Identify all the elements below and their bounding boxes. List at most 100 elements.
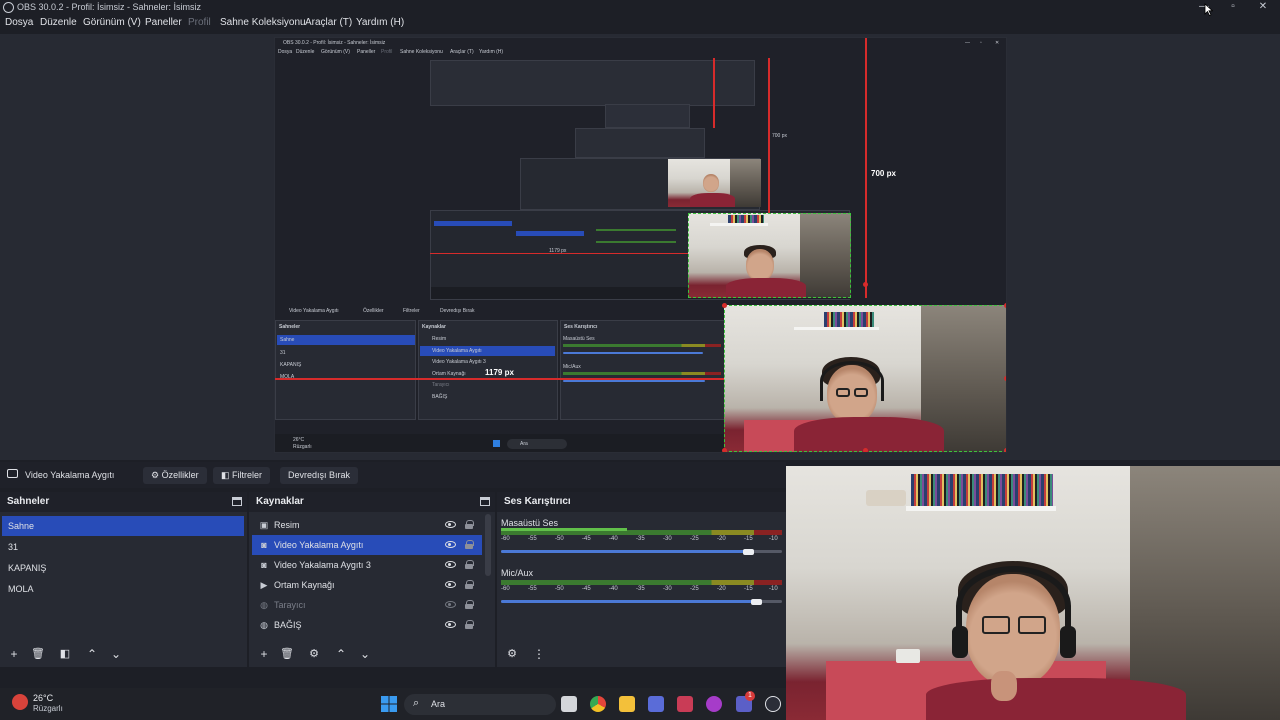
mixer-menu-icon[interactable]: ⋮: [530, 645, 548, 663]
nested-menu-2: Görünüm (V): [321, 49, 350, 55]
opera-icon[interactable]: [706, 696, 722, 712]
webcam-overlay: [786, 466, 1280, 720]
taskbar-search[interactable]: ⌕ Ara: [404, 694, 556, 715]
search-placeholder: Ara: [431, 699, 446, 709]
task-view-icon[interactable]: [561, 696, 577, 712]
nested-menu-6: Araçlar (T): [450, 49, 474, 55]
move-up-icon[interactable]: ⌃: [83, 645, 101, 663]
menu-yardim[interactable]: Yardım (H): [356, 17, 404, 28]
desktop-volume-knob[interactable]: [743, 549, 754, 555]
close-button[interactable]: ✕: [1256, 1, 1270, 13]
selected-source-name: Video Yakalama Aygıtı: [25, 470, 115, 480]
scene-item-mola[interactable]: MOLA: [2, 579, 244, 599]
nested-menu-5: Sahne Koleksiyonu: [400, 49, 443, 55]
advanced-audio-gear-icon[interactable]: ⚙: [503, 645, 521, 663]
nested-menu-4: Profil: [381, 49, 393, 55]
notification-badge: 1: [745, 691, 755, 701]
menu-paneller[interactable]: Paneller: [145, 17, 182, 28]
obs-taskbar-icon[interactable]: [765, 696, 781, 712]
sources-scrollbar[interactable]: [485, 514, 491, 576]
nested-toolbar: Video Yakalama Aygıtı Özellikler Filtrel…: [275, 304, 725, 317]
remove-scene-button[interactable]: 🗑: [29, 645, 47, 663]
menu-duzenle[interactable]: Düzenle: [40, 17, 77, 28]
weather-desc: Rüzgarlı: [33, 704, 63, 713]
visibility-eye-icon[interactable]: [445, 581, 456, 588]
menu-araclar[interactable]: Araçlar (T): [305, 17, 352, 28]
nested-close: ✕: [995, 40, 1000, 46]
scene-item-kapanis[interactable]: KAPANIŞ: [2, 558, 244, 578]
move-up-icon[interactable]: ⌃: [332, 645, 350, 663]
file-explorer-icon[interactable]: [619, 696, 635, 712]
move-down-icon[interactable]: ⌄: [107, 645, 125, 663]
lock-icon[interactable]: [465, 520, 474, 529]
source-item-video-yakalama-3[interactable]: ◙ Video Yakalama Aygıtı 3: [252, 555, 482, 575]
scene-item-sahne[interactable]: Sahne: [2, 516, 244, 536]
scenes-dock: Sahneler Sahne 31 KAPANIŞ MOLA + 🗑 ◧ ⌃ ⌄: [0, 492, 247, 667]
source-toolbar: Video Yakalama Aygıtı ⚙ Özellikler ◧ Fil…: [0, 462, 786, 488]
disable-button[interactable]: Devredışı Bırak: [280, 467, 359, 484]
menu-profil[interactable]: Profil: [188, 17, 211, 28]
title-bar: OBS 30.0.2 - Profil: İsimsiz - Sahneler:…: [0, 0, 1280, 16]
windows-start-icon[interactable]: [381, 696, 397, 712]
undock-icon[interactable]: [232, 497, 242, 506]
source-item-tarayici[interactable]: ◍ Tarayıcı: [252, 595, 482, 615]
lock-icon[interactable]: [465, 620, 474, 629]
nested-window-title: OBS 30.0.2 - Profil: İsimsiz - Sahneler:…: [283, 40, 386, 46]
scene-item-31[interactable]: 31: [2, 537, 244, 557]
scenes-title: Sahneler: [7, 496, 50, 507]
desktop-volume-slider[interactable]: [501, 550, 748, 553]
nested-webcam-3: [668, 159, 761, 207]
nested-menu-1: Düzenle: [296, 49, 315, 55]
nested-mixer-dock: Ses Karıştırıcı Masaüstü Ses Mic/Aux: [560, 320, 725, 420]
desktop-meter-level: [501, 528, 627, 531]
menu-bar: Dosya Düzenle Görünüm (V) Paneller Profi…: [0, 15, 1280, 32]
weather-icon: [12, 694, 28, 710]
hidden-eye-icon[interactable]: [445, 601, 456, 608]
nested-minimize: —: [965, 40, 970, 46]
measure-height-label: 700 px: [871, 169, 896, 178]
globe-icon: ◍: [260, 620, 268, 630]
lock-icon[interactable]: [465, 600, 474, 609]
calculator-icon[interactable]: [648, 696, 664, 712]
globe-icon: ◍: [260, 600, 268, 610]
visibility-eye-icon[interactable]: [445, 521, 456, 528]
audio-mixer-dock: Ses Karıştırıcı Masaüstü Ses -60 -55 -50…: [497, 492, 786, 667]
source-properties-button[interactable]: ⚙: [305, 645, 323, 663]
chrome-icon[interactable]: [590, 696, 606, 712]
app-icon[interactable]: [677, 696, 693, 712]
source-item-video-yakalama[interactable]: ◙ Video Yakalama Aygıtı: [252, 535, 482, 555]
camera-icon: ◙: [261, 560, 267, 570]
nested-measure-width-small: 1179 px: [549, 248, 567, 254]
nested-menu-7: Yardım (H): [479, 49, 504, 55]
remove-source-button[interactable]: 🗑: [278, 645, 296, 663]
nested-taskbar: 26°C Rüzgarlı Ara: [275, 434, 725, 452]
visibility-eye-icon[interactable]: [445, 541, 456, 548]
lock-icon[interactable]: [465, 540, 474, 549]
add-scene-button[interactable]: +: [5, 645, 23, 663]
visibility-eye-icon[interactable]: [445, 561, 456, 568]
lock-icon[interactable]: [465, 560, 474, 569]
add-source-button[interactable]: +: [255, 645, 273, 663]
menu-sahne-koleksiyonu[interactable]: Sahne Koleksiyonu: [220, 17, 306, 28]
menu-gorunum[interactable]: Görünüm (V): [83, 17, 141, 28]
mic-volume-knob[interactable]: [751, 599, 762, 605]
weather-temp: 26°C: [33, 693, 54, 703]
undock-icon[interactable]: [480, 497, 490, 506]
move-down-icon[interactable]: ⌄: [356, 645, 374, 663]
track-name-desktop: Masaüstü Ses: [501, 518, 559, 528]
nested-recursion-3: [605, 104, 690, 128]
nested-scenes-dock: Sahneler Sahne 31 KAPANIŞ MOLA: [275, 320, 416, 420]
maximize-button[interactable]: ▫: [1226, 1, 1240, 13]
selected-source-bounds[interactable]: [724, 305, 1006, 452]
lock-icon[interactable]: [465, 580, 474, 589]
source-item-bagis[interactable]: ◍ BAĞIŞ: [252, 615, 482, 635]
properties-button[interactable]: ⚙ Özellikler: [143, 467, 207, 484]
filters-button[interactable]: ◧ Filtreler: [213, 467, 271, 484]
visibility-eye-icon[interactable]: [445, 621, 456, 628]
source-item-ortam-kaynagi[interactable]: ▶ Ortam Kaynağı: [252, 575, 482, 595]
menu-dosya[interactable]: Dosya: [5, 17, 33, 28]
source-item-resim[interactable]: ▣ Resim: [252, 515, 482, 535]
nested-menu-3: Paneller: [357, 49, 376, 55]
mic-volume-slider[interactable]: [501, 600, 756, 603]
scene-filters-button[interactable]: ◧: [56, 645, 74, 663]
